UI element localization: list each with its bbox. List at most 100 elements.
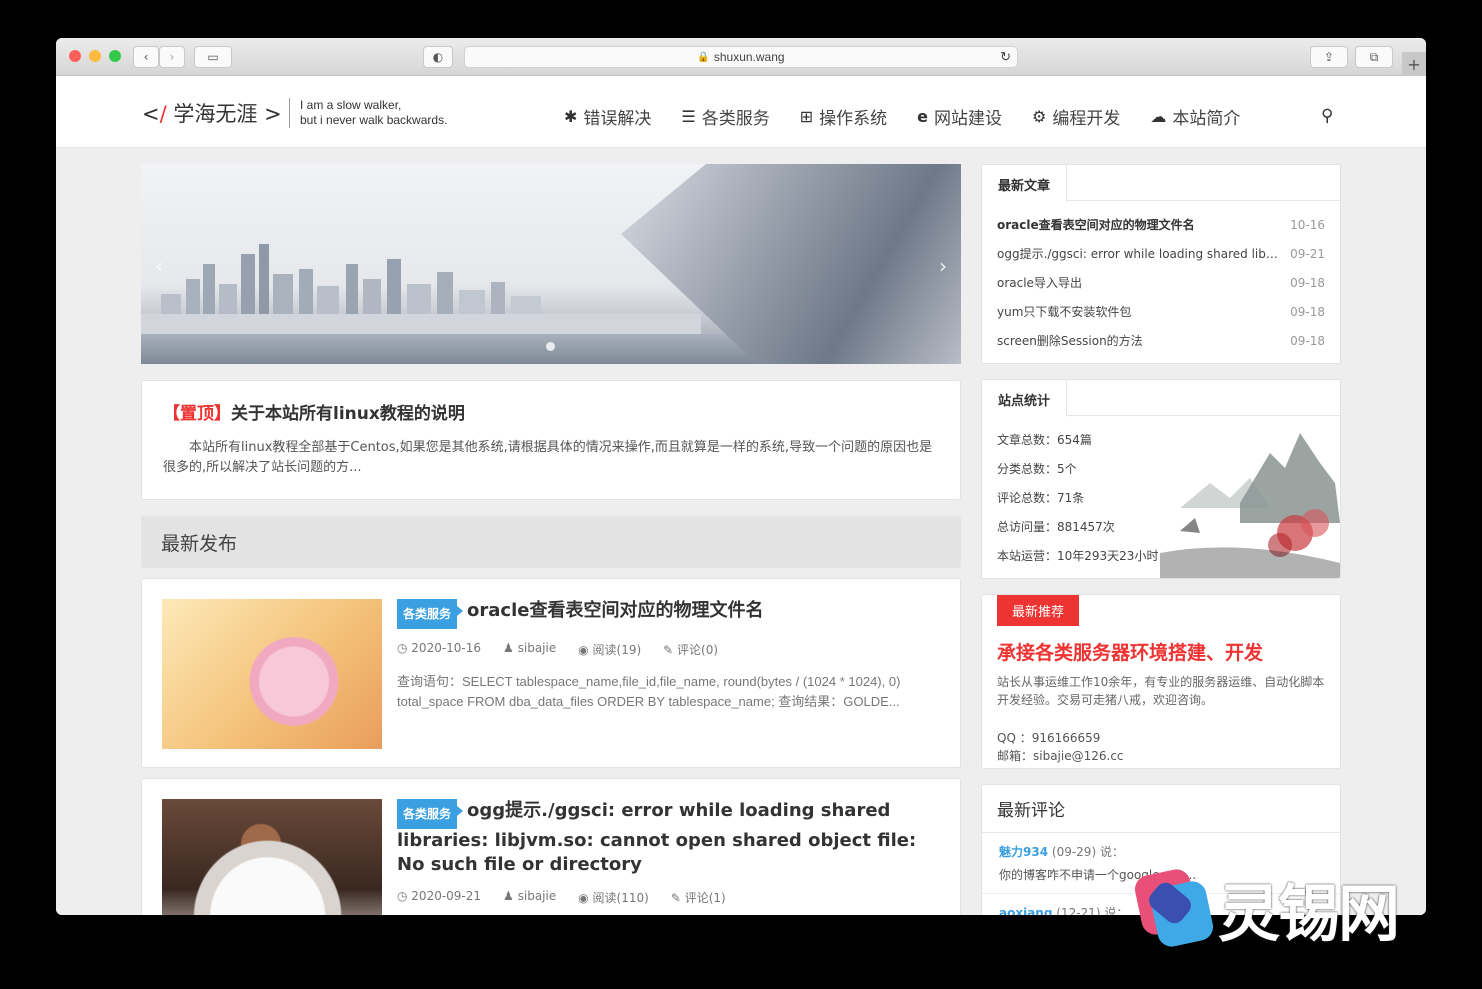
nav-item-errors[interactable]: ✱ 错误解决	[564, 104, 651, 129]
address-bar[interactable]: 🔒 shuxun.wang ↻	[464, 46, 1018, 68]
article-title: oracle导入导出	[997, 276, 1082, 290]
site-header: </ 学海无涯 > I am a slow walker, but i neve…	[56, 76, 1426, 148]
tabs-overview-icon[interactable]: ⧉	[1355, 46, 1393, 68]
pinned-text: 本站所有linux教程全部基于Centos,如果您是其他系统,请根据具体的情况来…	[163, 440, 933, 475]
recommend-contact: QQ ：916166659 邮箱：sibajie@126.cc	[982, 713, 1340, 765]
box-header: 最新文章	[982, 165, 1340, 202]
gear-icon: ⚙	[1032, 107, 1047, 126]
post-card[interactable]: 各类服务 oracle查看表空间对应的物理文件名 ◷ 2020-10-16 ♟ s…	[141, 578, 961, 768]
post-comments[interactable]: ✎ 评论(0)	[663, 641, 718, 658]
pinned-tag: 【置顶】	[163, 404, 231, 424]
post-thumbnail[interactable]	[162, 799, 382, 915]
main-nav: ✱ 错误解决 ☰ 各类服务 ⊞ 操作系统 e 网站建设 ⚙ 编程开发 ☁ 本站简介	[564, 104, 1270, 129]
slogan-line1: I am a slow walker,	[300, 98, 402, 112]
search-icon[interactable]: ⚲	[1321, 106, 1333, 126]
article-date: 09-21	[1290, 246, 1325, 261]
article-title: screen删除Session的方法	[997, 334, 1143, 348]
ie-icon: e	[917, 107, 929, 126]
stat-item: 文章总数：654篇	[997, 433, 1092, 447]
post-author[interactable]: ♟ sibajie	[503, 889, 556, 906]
nav-label: 编程开发	[1052, 109, 1121, 129]
latest-articles-title: 最新文章	[982, 165, 1068, 202]
watermark-text: 灵锡网	[1218, 877, 1400, 950]
logo-suffix: >	[264, 102, 282, 126]
list-item[interactable]: ogg提示./ggsci: error while loading shared…	[982, 239, 1340, 268]
new-tab-icon[interactable]: +	[1402, 52, 1426, 76]
comments-text: 评论(1)	[684, 891, 726, 905]
site-logo[interactable]: </ 学海无涯 >	[142, 98, 282, 128]
pinned-post[interactable]: 【置顶】关于本站所有linux教程的说明 本站所有linux教程全部基于Cent…	[141, 380, 961, 500]
comment-user[interactable]: 魅力934	[999, 845, 1048, 859]
date-text: 2020-09-21	[411, 889, 482, 903]
comment-when: (12-21) 说：	[1056, 906, 1129, 915]
nav-item-web[interactable]: e 网站建设	[917, 104, 1002, 129]
slider-next-icon[interactable]: ›	[939, 254, 947, 278]
sidebar-toggle-icon[interactable]: ▭	[194, 46, 232, 68]
article-title: oracle查看表空间对应的物理文件名	[997, 218, 1195, 232]
list-item[interactable]: screen删除Session的方法 09-18	[982, 326, 1340, 355]
post-title[interactable]: 各类服务 oracle查看表空间对应的物理文件名	[397, 599, 940, 629]
article-date: 09-18	[1290, 304, 1325, 319]
category-badge[interactable]: 各类服务	[397, 599, 464, 629]
article-date: 09-18	[1290, 275, 1325, 290]
nav-item-dev[interactable]: ⚙ 编程开发	[1032, 104, 1120, 129]
recommend-title[interactable]: 承接各类服务器环境搭建、开发	[982, 626, 1340, 669]
server-icon: ☰	[681, 107, 696, 126]
web-page: </ 学海无涯 > I am a slow walker, but i neve…	[56, 76, 1426, 915]
pinned-title[interactable]: 【置顶】关于本站所有linux教程的说明	[163, 399, 939, 424]
clock-icon: ◷	[397, 641, 412, 655]
browser-toolbar: ‹ › ▭ ◐ 🔒 shuxun.wang ↻ ⇪ ⧉ +	[56, 38, 1426, 76]
city-skyline-image	[141, 244, 701, 334]
post-thumbnail[interactable]	[162, 599, 382, 749]
latest-section-heading: 最新发布	[141, 516, 961, 568]
post-card[interactable]: 各类服务 ogg提示./ggsci: error while loading sh…	[141, 778, 961, 915]
box-header: 站点统计	[982, 380, 1340, 417]
zoom-window-button[interactable]	[109, 50, 121, 62]
user-icon: ♟	[503, 889, 518, 903]
forward-icon[interactable]: ›	[159, 46, 185, 68]
nav-label: 各类服务	[701, 109, 770, 129]
category-badge[interactable]: 各类服务	[397, 799, 464, 829]
banner-slider[interactable]: ‹ ›	[141, 164, 961, 364]
watermark-logo: 灵锡网	[1132, 858, 1452, 958]
minimize-window-button[interactable]	[89, 50, 101, 62]
nav-label: 本站简介	[1172, 109, 1241, 129]
url-text: shuxun.wang	[713, 50, 785, 64]
latest-articles-box: 最新文章 oracle查看表空间对应的物理文件名 10-16 ogg提示./ggs…	[981, 164, 1341, 364]
recommend-qq: QQ ：916166659	[997, 731, 1101, 745]
slider-dot[interactable]	[546, 342, 555, 351]
list-item[interactable]: yum只下载不安装软件包 09-18	[982, 297, 1340, 326]
eye-icon: ◉	[578, 891, 593, 905]
reload-icon[interactable]: ↻	[1000, 49, 1011, 65]
nav-item-about[interactable]: ☁ 本站简介	[1150, 104, 1240, 129]
site-stats-title: 站点统计	[982, 380, 1068, 417]
privacy-shield-icon[interactable]: ◐	[423, 46, 453, 68]
logo-text: 学海无涯	[173, 102, 258, 126]
bug-icon: ✱	[564, 107, 578, 126]
share-icon[interactable]: ⇪	[1310, 46, 1348, 68]
back-icon[interactable]: ‹	[133, 46, 159, 68]
post-author[interactable]: ♟ sibajie	[503, 641, 556, 658]
nav-item-services[interactable]: ☰ 各类服务	[681, 104, 769, 129]
nav-item-os[interactable]: ⊞ 操作系统	[800, 104, 887, 129]
list-item[interactable]: oracle导入导出 09-18	[982, 268, 1340, 297]
user-icon: ♟	[503, 641, 518, 655]
comment-user[interactable]: aoxiang	[999, 906, 1052, 915]
post-comments[interactable]: ✎ 评论(1)	[671, 889, 726, 906]
post-title-text: oracle查看表空间对应的物理文件名	[467, 600, 764, 621]
stat-item: 分类总数：5个	[997, 462, 1077, 476]
stat-item: 本站运营：10年293天23小时	[997, 549, 1159, 563]
watermark-icon	[1132, 866, 1216, 950]
stat-item: 总访问量：881457次	[997, 520, 1115, 534]
nav-label: 操作系统	[819, 109, 888, 129]
slogan-line2: but i never walk backwards.	[300, 113, 448, 127]
comment-icon: ✎	[670, 891, 685, 905]
list-item[interactable]: oracle查看表空间对应的物理文件名 10-16	[982, 210, 1340, 239]
slider-prev-icon[interactable]: ‹	[155, 254, 163, 278]
author-text: sibajie	[517, 889, 557, 903]
article-date: 10-16	[1290, 217, 1325, 232]
post-title[interactable]: 各类服务 ogg提示./ggsci: error while loading sh…	[397, 799, 940, 877]
site-slogan: I am a slow walker, but i never walk bac…	[289, 98, 447, 128]
close-window-button[interactable]	[69, 50, 81, 62]
pinned-title-text: 关于本站所有linux教程的说明	[231, 404, 465, 424]
